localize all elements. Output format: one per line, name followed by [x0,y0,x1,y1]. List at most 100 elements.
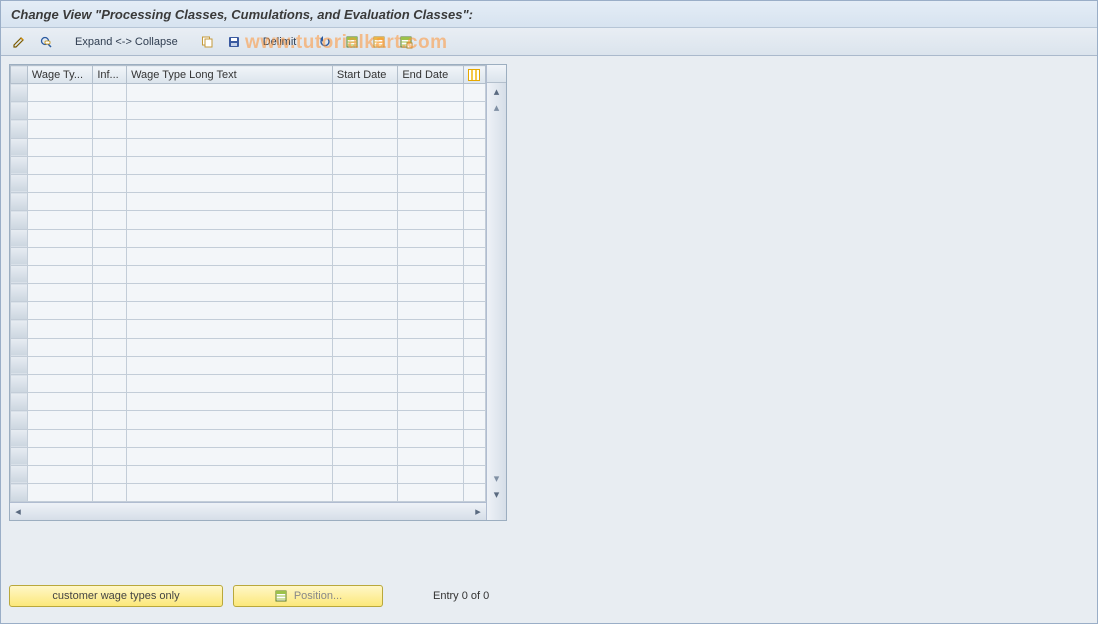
table-cell[interactable] [398,229,463,247]
table-cell[interactable] [332,375,397,393]
table-cell[interactable] [398,393,463,411]
table-cell[interactable] [27,484,92,502]
table-cell[interactable] [93,284,127,302]
table-cell[interactable] [398,156,463,174]
table-row[interactable] [11,465,486,483]
table-cell[interactable] [93,84,127,102]
table-cell[interactable] [93,356,127,374]
horizontal-scrollbar[interactable]: ◂ ▸ [10,502,486,520]
table-cell[interactable] [398,174,463,192]
delimit-button[interactable]: Delimit [258,32,302,52]
row-selector[interactable] [11,229,28,247]
scroll-down-page-icon[interactable]: ▾ [487,470,506,486]
table-cell[interactable] [332,356,397,374]
row-selector[interactable] [11,356,28,374]
table-cell[interactable] [332,102,397,120]
table-cell[interactable] [398,375,463,393]
row-selector[interactable] [11,193,28,211]
customer-wage-types-button[interactable]: customer wage types only [9,585,223,607]
table-row[interactable] [11,375,486,393]
table-cell[interactable] [332,247,397,265]
table-cell[interactable] [93,211,127,229]
table-cell[interactable] [27,174,92,192]
table-row[interactable] [11,356,486,374]
table-cell[interactable] [93,265,127,283]
table-cell[interactable] [93,156,127,174]
table-cell[interactable] [27,84,92,102]
table-row[interactable] [11,138,486,156]
table-row[interactable] [11,411,486,429]
select-all-icon[interactable] [340,32,364,52]
row-selector[interactable] [11,284,28,302]
table-cell[interactable] [127,102,333,120]
table-row[interactable] [11,174,486,192]
table-cell[interactable] [27,320,92,338]
table-cell[interactable] [332,138,397,156]
table-row[interactable] [11,447,486,465]
table-cell[interactable] [127,356,333,374]
table-row[interactable] [11,393,486,411]
table-cell[interactable] [27,229,92,247]
row-selector[interactable] [11,84,28,102]
table-cell[interactable] [27,338,92,356]
table-cell[interactable] [93,320,127,338]
table-cell[interactable] [93,375,127,393]
table-row[interactable] [11,229,486,247]
table-cell[interactable] [398,138,463,156]
table-cell[interactable] [27,393,92,411]
table-cell[interactable] [332,393,397,411]
table-cell[interactable] [332,84,397,102]
table-settings-icon[interactable] [468,69,480,81]
row-selector[interactable] [11,302,28,320]
table-row[interactable] [11,84,486,102]
table-cell[interactable] [27,465,92,483]
table-cell[interactable] [332,484,397,502]
table-cell[interactable] [398,484,463,502]
table-row[interactable] [11,284,486,302]
row-selector[interactable] [11,375,28,393]
table-cell[interactable] [332,120,397,138]
scroll-down-icon[interactable]: ▾ [487,486,506,502]
wage-type-table[interactable]: Wage Ty... Inf... Wage Type Long Text St… [10,65,486,502]
table-cell[interactable] [332,193,397,211]
row-selector[interactable] [11,393,28,411]
table-cell[interactable] [127,211,333,229]
table-row[interactable] [11,320,486,338]
row-selector[interactable] [11,138,28,156]
table-cell[interactable] [93,465,127,483]
table-cell[interactable] [127,265,333,283]
table-cell[interactable] [398,465,463,483]
table-cell[interactable] [127,465,333,483]
row-selector[interactable] [11,484,28,502]
table-cell[interactable] [127,411,333,429]
table-cell[interactable] [398,193,463,211]
table-cell[interactable] [332,447,397,465]
table-cell[interactable] [93,429,127,447]
table-row[interactable] [11,156,486,174]
table-cell[interactable] [398,120,463,138]
row-selector[interactable] [11,320,28,338]
column-end-date[interactable]: End Date [398,66,463,84]
table-cell[interactable] [398,102,463,120]
table-cell[interactable] [93,484,127,502]
table-cell[interactable] [332,338,397,356]
copy-icon[interactable] [195,32,219,52]
table-cell[interactable] [127,302,333,320]
table-row[interactable] [11,193,486,211]
table-cell[interactable] [127,484,333,502]
table-cell[interactable] [398,411,463,429]
toggle-edit-icon[interactable] [7,32,31,52]
table-cell[interactable] [398,447,463,465]
table-cell[interactable] [93,447,127,465]
scroll-up-icon[interactable]: ▴ [487,83,506,99]
column-info[interactable]: Inf... [93,66,127,84]
table-row[interactable] [11,429,486,447]
table-cell[interactable] [127,247,333,265]
row-selector[interactable] [11,265,28,283]
table-cell[interactable] [27,447,92,465]
table-cell[interactable] [127,138,333,156]
table-cell[interactable] [27,138,92,156]
table-cell[interactable] [27,375,92,393]
column-start-date[interactable]: Start Date [332,66,397,84]
table-cell[interactable] [127,375,333,393]
